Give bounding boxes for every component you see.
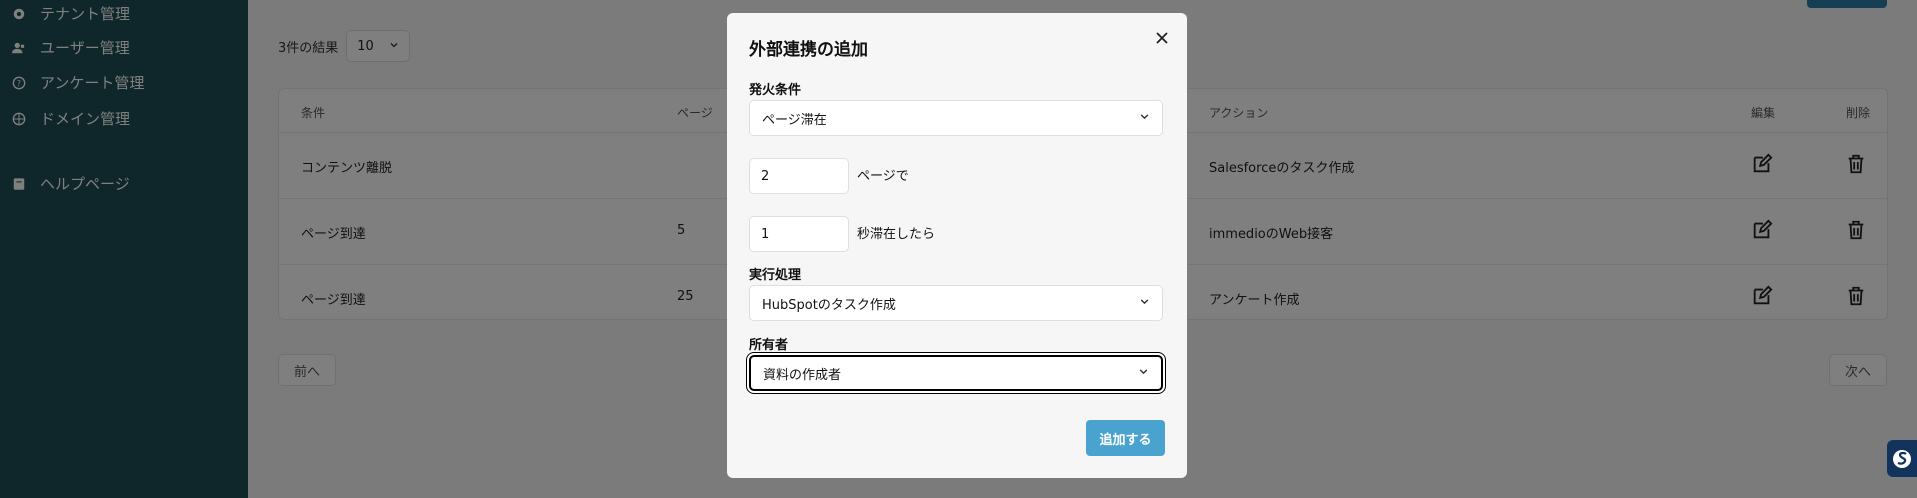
trigger-select-value: ページ滞在	[762, 112, 827, 128]
chevron-down-icon	[1138, 366, 1149, 381]
trigger-label: 発火条件	[749, 83, 802, 98]
seconds-input[interactable]	[749, 216, 849, 252]
page-count-suffix: ページで	[857, 169, 909, 184]
add-button[interactable]: 追加する	[1086, 420, 1165, 456]
action-select-value: HubSpotのタスク作成	[762, 297, 896, 313]
owner-select[interactable]: 資料の作成者	[749, 355, 1163, 391]
owner-label: 所有者	[749, 338, 789, 353]
chevron-down-icon	[1139, 111, 1150, 126]
modal-title: 外部連携の追加	[749, 40, 868, 60]
chevron-down-icon	[1139, 296, 1150, 311]
owner-select-value: 資料の作成者	[763, 367, 842, 383]
trigger-select[interactable]: ページ滞在	[749, 100, 1163, 136]
action-select[interactable]: HubSpotのタスク作成	[749, 285, 1163, 321]
seconds-suffix: 秒滞在したら	[857, 227, 936, 242]
page-count-input[interactable]	[749, 158, 849, 194]
action-label: 実行処理	[749, 268, 802, 283]
chat-widget-logo-icon[interactable]	[1887, 440, 1917, 477]
close-icon[interactable]	[1151, 27, 1173, 49]
add-integration-modal: 外部連携の追加 発火条件 ページ滞在 ページで 秒滞在したら 実行処理 HubS…	[727, 13, 1187, 478]
